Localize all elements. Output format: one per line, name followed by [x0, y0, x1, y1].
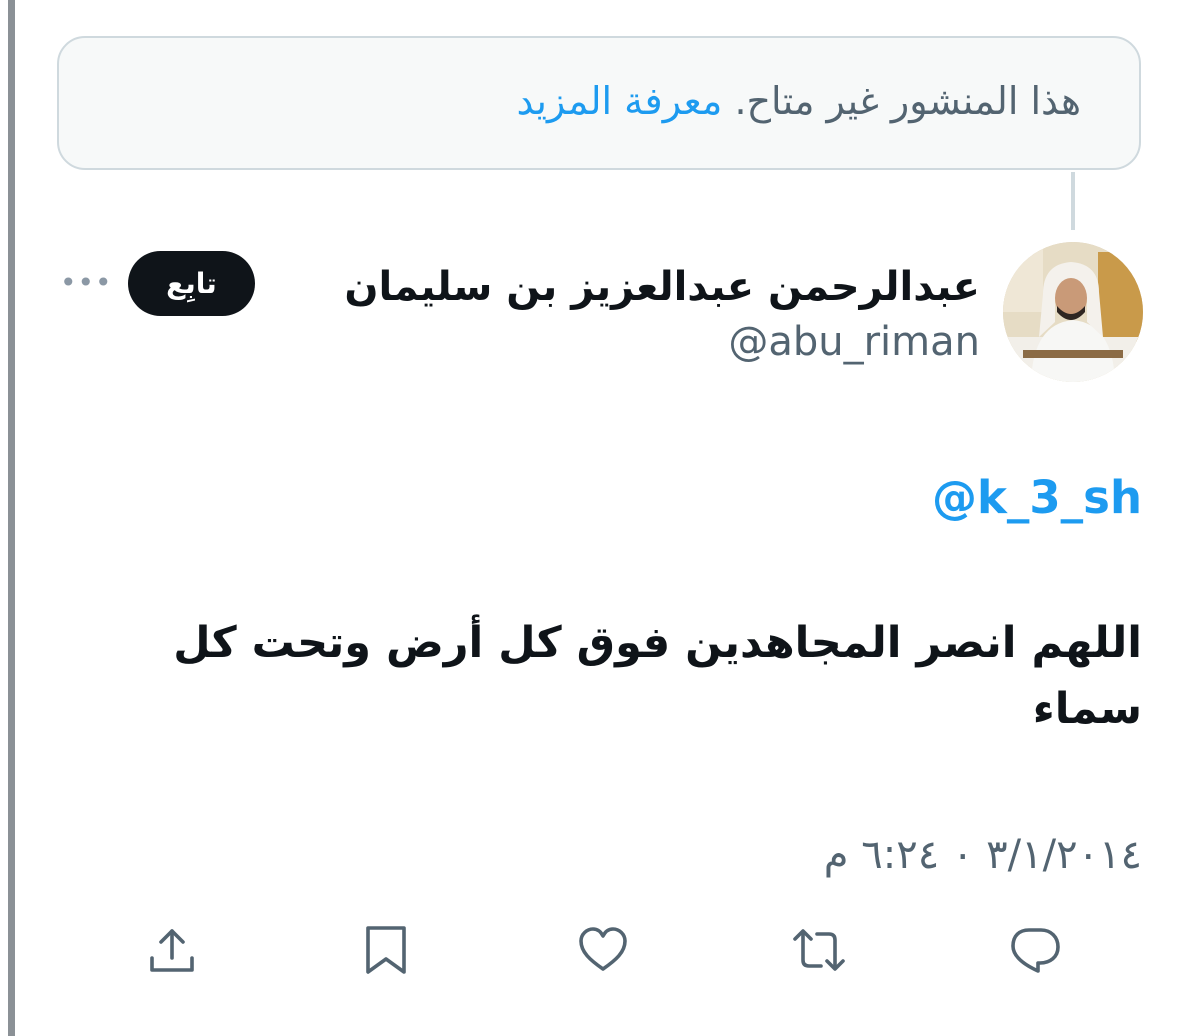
retweet-icon[interactable] [791, 922, 847, 978]
unavailable-post-notice: هذا المنشور غير متاح. معرفة المزيد [57, 36, 1141, 170]
reply-mention[interactable]: @k_3_sh [932, 470, 1142, 526]
unavailable-message: هذا المنشور غير متاح. معرفة المزيد [516, 76, 1081, 126]
follow-button[interactable]: تابِع [128, 251, 255, 316]
thread-connector-line [1071, 172, 1075, 230]
avatar[interactable] [1003, 242, 1143, 382]
learn-more-link[interactable]: معرفة المزيد [516, 79, 722, 123]
left-border-rule [8, 0, 15, 1036]
avatar-photo [1003, 242, 1143, 382]
bookmark-icon[interactable] [358, 922, 414, 978]
share-icon[interactable] [144, 922, 200, 978]
unavailable-message-text: هذا المنشور غير متاح. [734, 79, 1081, 123]
author-name[interactable]: عبدالرحمن عبدالعزيز بن سليمان [344, 262, 980, 312]
reply-icon[interactable] [1007, 922, 1063, 978]
more-options-icon[interactable]: ••• [60, 266, 112, 300]
like-icon[interactable] [575, 922, 631, 978]
tweet-timestamp[interactable]: ٣/١/٢٠١٤ ٠ ٦:٢٤ م [824, 830, 1142, 880]
tweet-text: اللهم انصر المجاهدين فوق كل أرض وتحت كل … [173, 618, 1142, 734]
author-handle[interactable]: @abu_riman [728, 317, 980, 367]
